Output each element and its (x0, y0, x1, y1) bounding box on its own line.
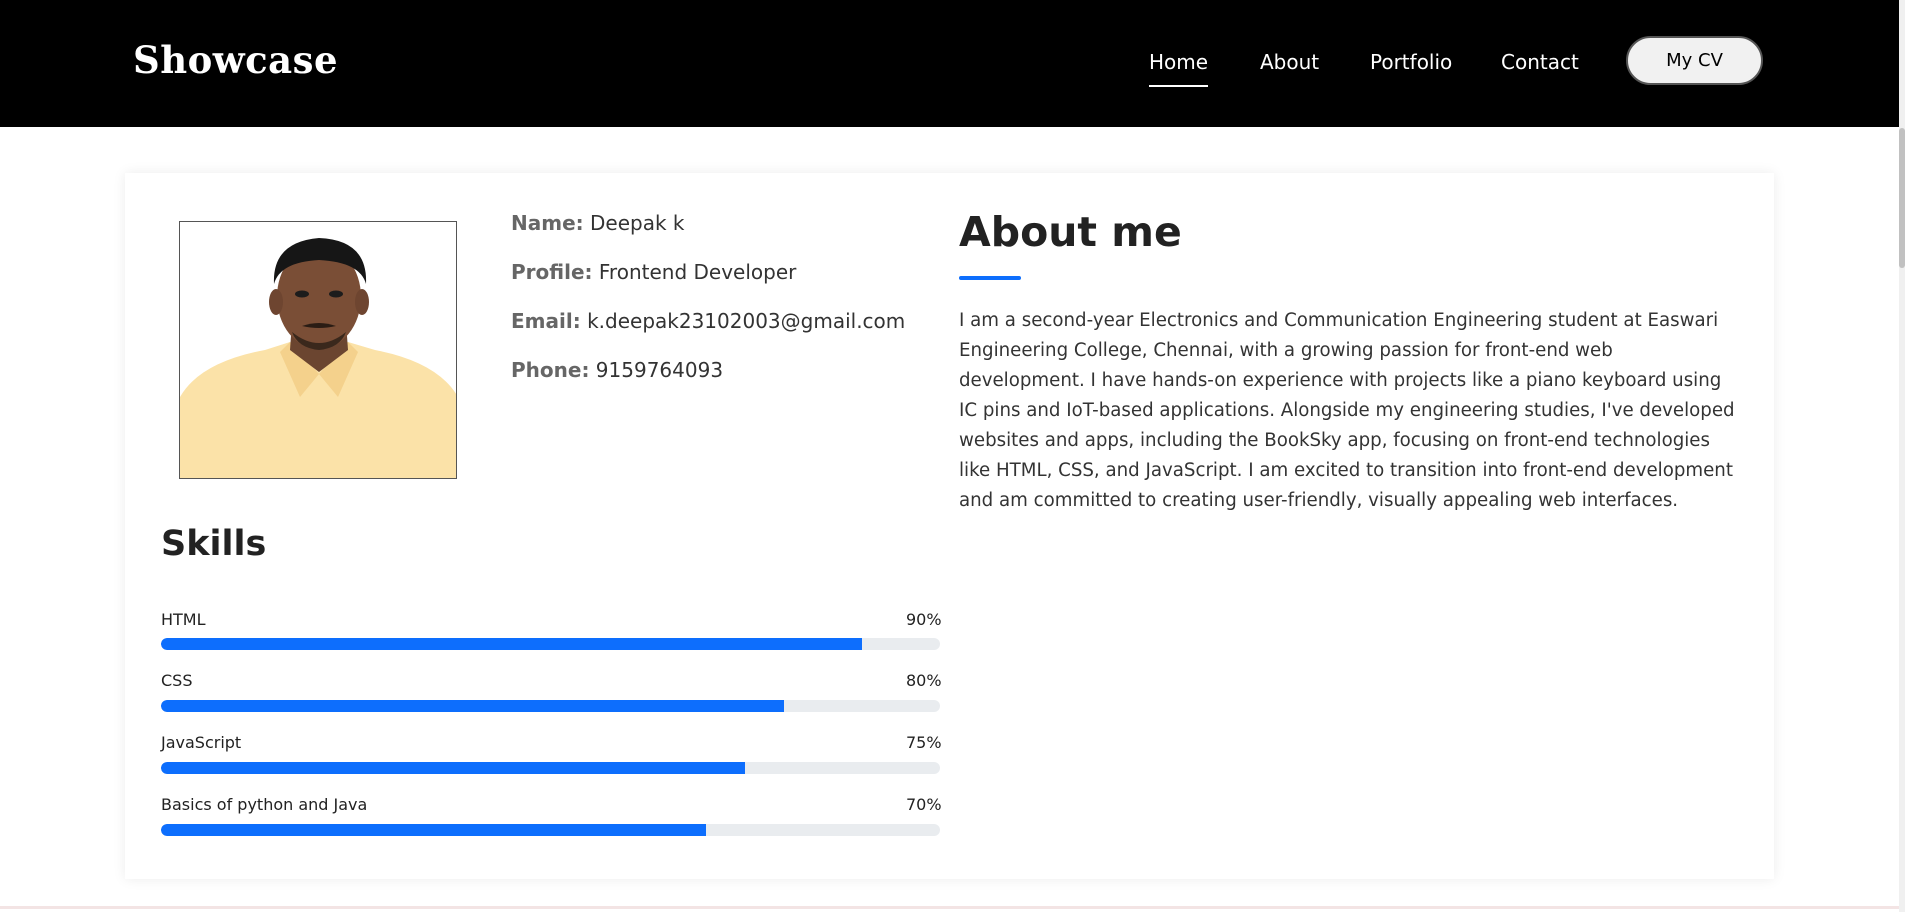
email-label: Email: (511, 309, 581, 333)
skill-bar-javascript (161, 762, 940, 774)
skill-label-css: CSS (161, 671, 193, 690)
nav-portfolio-link[interactable]: Portfolio (1370, 50, 1452, 74)
name-row: Name: Deepak k (511, 211, 684, 235)
skill-label-html: HTML (161, 610, 206, 629)
skill-fill-javascript (161, 762, 746, 774)
name-label: Name: (511, 211, 584, 235)
phone-label: Phone: (511, 358, 590, 382)
top-navbar: Showcase Home About Portfolio Contact My… (0, 0, 1899, 127)
profile-photo-image (180, 222, 456, 478)
skill-percent-css: 80% (906, 671, 942, 690)
email-row: Email: k.deepak23102003@gmail.com (511, 309, 905, 333)
skill-bar-html (161, 638, 940, 650)
skill-bar-python-java (161, 824, 940, 836)
nav-contact-link[interactable]: Contact (1501, 50, 1579, 74)
skills-title: Skills (161, 524, 267, 564)
skill-label-python-java: Basics of python and Java (161, 795, 368, 814)
profile-label: Profile: (511, 260, 593, 284)
about-title-underline (959, 276, 1021, 280)
profile-row: Profile: Frontend Developer (511, 260, 796, 284)
profile-value: Frontend Developer (598, 260, 797, 284)
next-section-edge (0, 906, 1899, 909)
skill-percent-html: 90% (906, 610, 942, 629)
skill-bar-css (161, 700, 940, 712)
about-title: About me (959, 208, 1182, 256)
site-logo[interactable]: Showcase (133, 38, 338, 82)
phone-row: Phone: 9159764093 (511, 358, 723, 382)
skill-percent-javascript: 75% (906, 733, 942, 752)
skill-fill-html (161, 638, 863, 650)
skill-fill-python-java (161, 824, 707, 836)
page-scrollbar-thumb[interactable] (1899, 128, 1905, 268)
about-paragraph: I am a second-year Electronics and Commu… (959, 310, 1735, 511)
nav-about-link[interactable]: About (1260, 50, 1319, 74)
email-value: k.deepak23102003@gmail.com (587, 309, 906, 333)
skill-fill-css (161, 700, 785, 712)
phone-value: 9159764093 (595, 358, 724, 382)
skill-label-javascript: JavaScript (161, 733, 242, 752)
skill-percent-python-java: 70% (906, 795, 942, 814)
my-cv-button[interactable]: My CV (1626, 36, 1763, 85)
nav-home-link[interactable]: Home (1149, 50, 1209, 87)
profile-photo (179, 221, 457, 479)
name-value: Deepak k (590, 211, 685, 235)
